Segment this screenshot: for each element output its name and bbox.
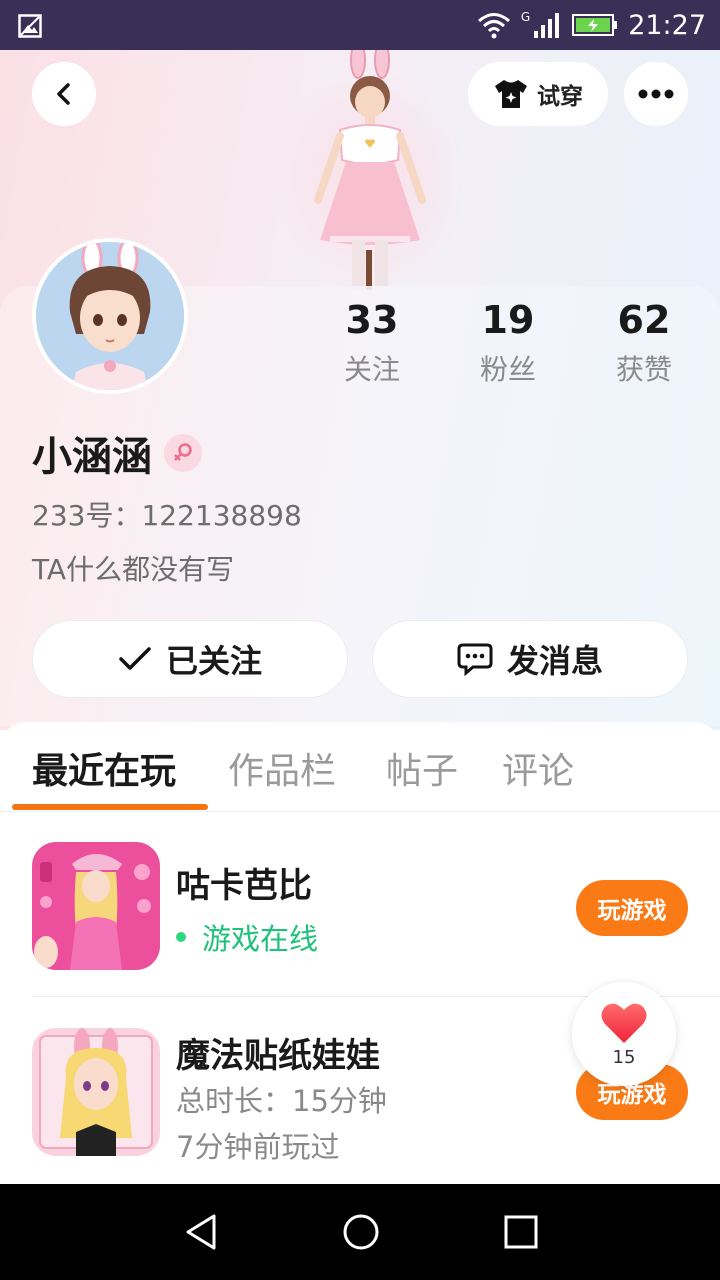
active-tab-indicator (12, 804, 208, 810)
heart-icon (601, 1003, 647, 1043)
following-label: 已关注 (165, 642, 262, 680)
play-duration: 总时长：15分钟 (176, 1084, 387, 1118)
content-section: 最近在玩 作品栏 帖子 评论 咕卡芭比 游戏在线 玩游戏 魔法贴纸娃娃 总时长：… (0, 722, 720, 1184)
user-id: 233号：122138898 (32, 499, 302, 532)
tab-bar: 最近在玩 作品栏 帖子 评论 (0, 722, 720, 812)
chevron-left-icon (57, 83, 70, 105)
stat-value: 19 (481, 298, 535, 342)
send-message-button[interactable]: 发消息 (372, 620, 688, 698)
chat-bubble-icon (457, 643, 493, 676)
clock: 21:27 (628, 9, 706, 41)
last-played: 7分钟前玩过 (176, 1130, 340, 1164)
stat-label: 粉丝 (479, 353, 536, 386)
signal-icon (534, 13, 560, 38)
online-status: 游戏在线 (176, 916, 318, 958)
avatar-portrait (36, 242, 184, 390)
back-button[interactable] (32, 62, 96, 126)
online-dot-icon (176, 932, 186, 942)
system-navigation-bar (0, 1184, 720, 1280)
status-bar: G 21:27 (0, 0, 720, 50)
stat-value: 33 (345, 298, 399, 342)
game-title: 咕卡芭比 (176, 866, 312, 906)
stat-followers[interactable]: 19 粉丝 (440, 296, 576, 388)
more-options-button[interactable] (624, 62, 688, 126)
like-floating-button[interactable]: 15 (572, 982, 676, 1086)
tab-works[interactable]: 作品栏 (228, 742, 336, 794)
game-icon (32, 842, 160, 970)
network-type: G (520, 10, 531, 24)
try-on-button[interactable]: 试穿 (468, 62, 608, 126)
online-status-label: 游戏在线 (202, 922, 319, 956)
list-item[interactable]: 咕卡芭比 游戏在线 玩游戏 (32, 842, 720, 982)
user-bio: TA什么都没有写 (32, 553, 235, 586)
nav-home-icon[interactable] (341, 1212, 381, 1252)
following-button[interactable]: 已关注 (32, 620, 348, 698)
female-gender-icon (164, 434, 202, 472)
user-name: 小涵涵 (32, 434, 152, 480)
image-notification-icon (18, 14, 42, 38)
game-title: 魔法贴纸娃娃 (176, 1036, 380, 1076)
avatar-3d-figure (275, 50, 465, 290)
stat-likes[interactable]: 62 获赞 (576, 296, 712, 388)
stat-value: 62 (617, 298, 671, 342)
profile-stats: 33 关注 19 粉丝 62 获赞 (304, 296, 712, 388)
send-message-label: 发消息 (506, 642, 603, 680)
nav-recents-icon[interactable] (501, 1212, 541, 1252)
game-icon (32, 1028, 160, 1156)
tab-posts[interactable]: 帖子 (386, 742, 458, 794)
stat-label: 获赞 (615, 353, 672, 386)
battery-icon (572, 14, 618, 36)
tab-recently-played[interactable]: 最近在玩 (32, 742, 176, 794)
try-on-label: 试穿 (537, 84, 583, 110)
more-dots-icon (638, 89, 674, 99)
stat-following[interactable]: 33 关注 (304, 296, 440, 388)
play-game-button[interactable]: 玩游戏 (576, 880, 688, 936)
stat-label: 关注 (343, 353, 400, 386)
name-row: 小涵涵 (32, 424, 202, 482)
wifi-icon (477, 13, 510, 39)
checkmark-icon (119, 647, 151, 670)
like-count: 15 (612, 1046, 636, 1068)
avatar[interactable] (32, 238, 188, 394)
tab-comments[interactable]: 评论 (502, 742, 574, 794)
nav-back-icon[interactable] (182, 1212, 222, 1252)
tshirt-sparkle-icon (495, 80, 527, 108)
